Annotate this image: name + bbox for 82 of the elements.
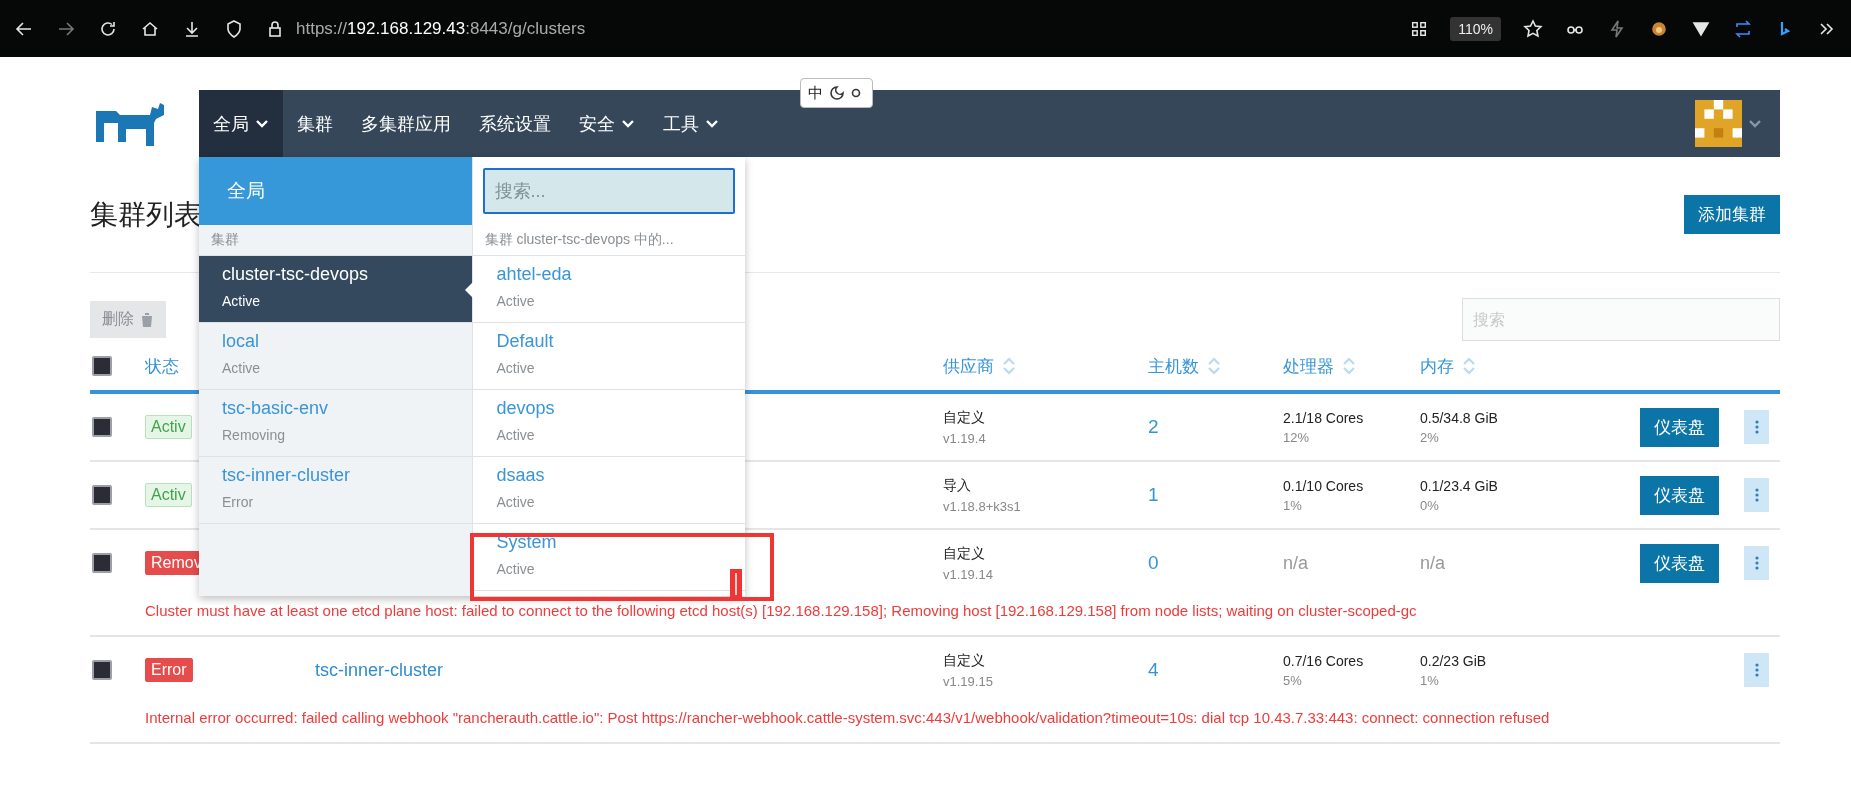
checkbox[interactable] [92, 485, 112, 505]
version-text: v1.19.4 [943, 430, 987, 446]
avatar-icon[interactable] [1695, 100, 1742, 147]
cluster-menu-item[interactable]: local Active [199, 323, 472, 390]
repeat-icon[interactable] [1733, 18, 1753, 39]
zoom-level[interactable]: 110% [1450, 16, 1501, 41]
version-text: v1.19.14 [943, 566, 994, 582]
section-header: 集群 cluster-tsc-devops 中的... [472, 225, 745, 256]
project-menu-item[interactable]: devops Active [472, 390, 745, 457]
checkbox[interactable] [92, 660, 112, 680]
shield-icon[interactable] [224, 18, 244, 39]
checkbox[interactable] [92, 356, 112, 376]
column-header[interactable]: 状态 [145, 354, 179, 378]
project-menu-item[interactable]: Default Active [472, 323, 745, 390]
column-header[interactable]: 主机数 [1148, 354, 1221, 378]
memory-usage: n/a [1420, 552, 1446, 573]
dots-icon [1754, 556, 1759, 570]
dots-icon [1754, 488, 1759, 502]
project-menu-item[interactable]: ahtel-eda Active [472, 256, 745, 323]
memory-percent: 1% [1420, 672, 1440, 688]
dashboard-button[interactable]: 仪表盘 [1640, 543, 1719, 583]
memory-percent: 2% [1420, 429, 1440, 445]
nav-item[interactable]: 系统设置 [465, 90, 565, 157]
column-header[interactable]: 内存 [1420, 354, 1476, 378]
dots-icon [1754, 663, 1759, 677]
nav-item[interactable]: 集群 [283, 90, 347, 157]
host-count-link[interactable]: 2 [1148, 416, 1159, 437]
status-badge: Error [145, 658, 193, 682]
nav-item[interactable]: 多集群应用 [347, 90, 465, 157]
cluster-menu-item[interactable]: tsc-basic-env Removing [199, 390, 472, 457]
provider-name: 自定义 [943, 544, 986, 563]
provider-name: 自定义 [943, 408, 986, 427]
status-badge: Activ [145, 483, 192, 507]
cpu-usage: 0.7/16 Cores [1283, 652, 1365, 669]
delete-button[interactable]: 删除 [90, 301, 166, 338]
checkbox[interactable] [92, 417, 112, 437]
cpu-percent: 1% [1283, 497, 1303, 513]
cpu-percent: 5% [1283, 672, 1303, 688]
provider-name: 导入 [943, 476, 972, 495]
host-count-link[interactable]: 1 [1148, 484, 1159, 505]
error-message: Internal error occurred: failed calling webhook "rancherauth.cattle.io": Post https://rancher-webhook.cattle-system.svc:443/v1/webhook/validation?timeout=10s: dial tcp 10.43.7.33:443: connect: connection refused [144, 708, 1551, 728]
memory-usage: 0.5/34.8 GiB [1420, 409, 1499, 426]
caret-icon [621, 118, 635, 129]
address-bar[interactable]: https://192.168.129.43:8443/g/clusters [296, 18, 586, 39]
cpu-percent: 12% [1283, 429, 1311, 445]
checkbox[interactable] [92, 553, 112, 573]
input-method-indicator[interactable]: 中 [800, 78, 873, 108]
nav-item[interactable]: 全局 [199, 90, 283, 157]
provider-name: 自定义 [943, 651, 986, 670]
add-cluster-button[interactable]: 添加集群 [1684, 195, 1780, 234]
trash-icon [140, 311, 154, 328]
memory-percent: 0% [1420, 497, 1440, 513]
nav-item[interactable]: 安全 [565, 90, 649, 157]
dots-icon [1754, 420, 1759, 434]
cpu-usage: 0.1/10 Cores [1283, 477, 1365, 494]
memory-usage: 0.2/23 GiB [1420, 652, 1488, 669]
cluster-menu-item[interactable]: cluster-tsc-devops Active [199, 256, 472, 323]
version-text: v1.19.15 [943, 673, 994, 689]
status-badge: Activ [145, 415, 192, 439]
host-count-link[interactable]: 0 [1148, 552, 1159, 573]
column-header[interactable]: 处理器 [1283, 354, 1356, 378]
memory-usage: 0.1/23.4 GiB [1420, 477, 1499, 494]
page-title: 集群列表 [90, 197, 202, 232]
host-count-link[interactable]: 4 [1148, 659, 1159, 680]
cpu-usage: 2.1/18 Cores [1283, 409, 1365, 426]
dashboard-button[interactable]: 仪表盘 [1640, 407, 1719, 447]
cpu-usage: n/a [1283, 552, 1309, 573]
caret-icon [705, 118, 719, 129]
error-message: Cluster must have at least one etcd plane host: failed to connect to the following etcd host(s) [192.168.129.158]; Removing host [192.168.129.158] from node lists; waiting on cluster-scoped-gc [144, 601, 1418, 621]
project-menu-item[interactable]: dsaas Active [472, 457, 745, 524]
version-text: v1.18.8+k3s1 [943, 498, 1022, 514]
cluster-menu-item[interactable]: tsc-inner-cluster Error [199, 457, 472, 524]
cluster-link[interactable]: tsc-inner-cluster [315, 659, 444, 680]
search-field[interactable]: 搜索... [482, 168, 735, 214]
star-icon[interactable] [1523, 18, 1543, 39]
qr-code-icon[interactable] [1410, 19, 1429, 38]
caret-icon [1748, 119, 1762, 129]
nav-item[interactable]: 工具 [649, 90, 733, 157]
column-header[interactable]: 供应商 [943, 354, 1016, 378]
dashboard-button[interactable]: 仪表盘 [1640, 475, 1719, 515]
caret-icon [255, 118, 269, 129]
global-menu-item[interactable]: 全局 [199, 157, 472, 225]
